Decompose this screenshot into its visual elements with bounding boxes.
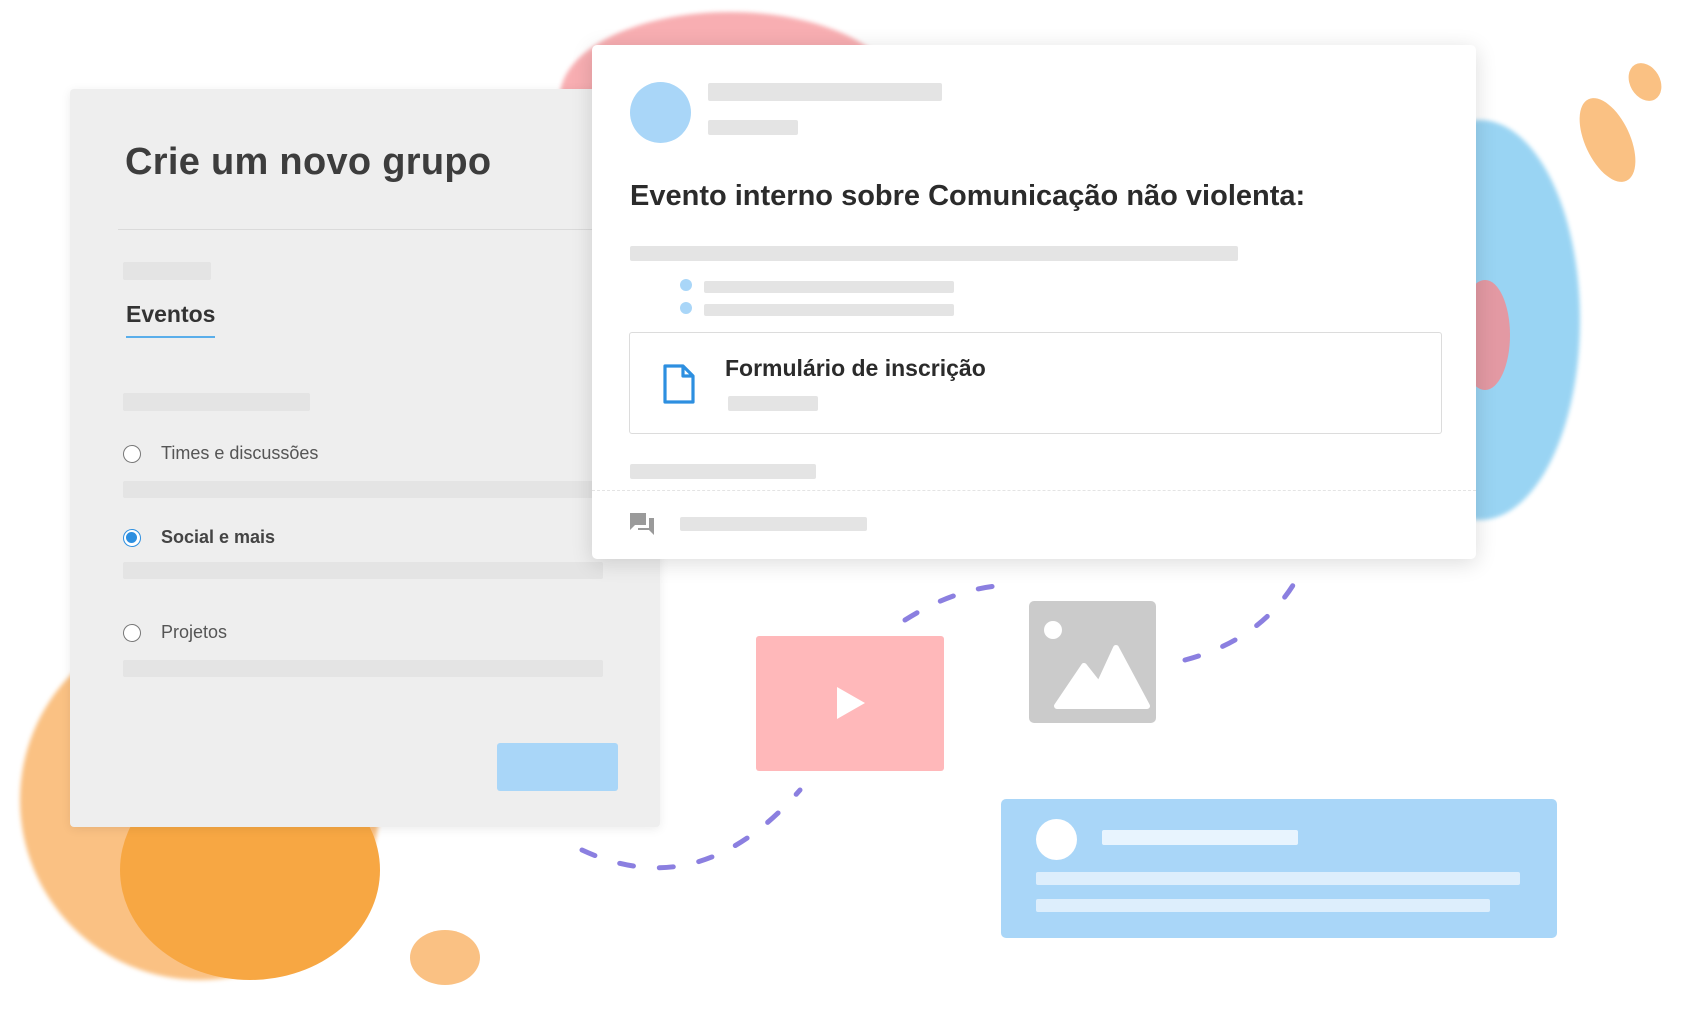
- comment-placeholder: [680, 517, 867, 531]
- placeholder-text: [123, 660, 603, 677]
- image-icon: [1044, 621, 1150, 709]
- placeholder-text: [123, 262, 211, 280]
- placeholder-text: [630, 246, 1238, 261]
- bullet-dot: [680, 279, 692, 291]
- radio-option-projetos[interactable]: Projetos: [123, 622, 227, 643]
- placeholder-text: [704, 304, 954, 316]
- image-thumbnail[interactable]: [1029, 601, 1156, 723]
- author-name-placeholder: [708, 83, 942, 101]
- avatar: [630, 82, 691, 143]
- divider: [592, 490, 1476, 491]
- radio-option-social[interactable]: Social e mais: [123, 527, 275, 548]
- radio-label: Projetos: [161, 622, 228, 642]
- placeholder-text: [630, 464, 816, 479]
- video-thumbnail[interactable]: [756, 636, 944, 771]
- create-group-panel: Crie um novo grupo Eventos Times e discu…: [70, 89, 660, 827]
- placeholder-text: [1036, 872, 1520, 885]
- placeholder-text: [1102, 830, 1298, 845]
- event-title: Evento interno sobre Comunicação não vio…: [630, 180, 1306, 212]
- document-icon: [663, 364, 695, 404]
- radio-button[interactable]: [123, 444, 141, 463]
- placeholder-text: [123, 481, 603, 498]
- placeholder-text: [704, 281, 954, 293]
- post-preview-card[interactable]: [1001, 799, 1557, 938]
- radio-button-selected[interactable]: [123, 528, 141, 547]
- attachment-title: Formulário de inscrição: [725, 355, 986, 381]
- radio-label: Times e discussões: [161, 443, 319, 463]
- create-button[interactable]: [497, 743, 618, 791]
- avatar: [1036, 819, 1077, 860]
- post-meta-placeholder: [708, 120, 798, 135]
- placeholder-text: [123, 393, 310, 411]
- event-post-card: Evento interno sobre Comunicação não vio…: [592, 45, 1476, 559]
- placeholder-text: [1036, 899, 1490, 912]
- tab-events[interactable]: Eventos: [126, 301, 216, 338]
- page-title: Crie um novo grupo: [125, 141, 492, 183]
- radio-button[interactable]: [123, 623, 141, 642]
- comment-icon[interactable]: [628, 511, 656, 537]
- placeholder-text: [123, 562, 603, 579]
- radio-option-times[interactable]: Times e discussões: [123, 443, 318, 464]
- bullet-dot: [680, 302, 692, 314]
- attachment-card[interactable]: Formulário de inscrição: [629, 332, 1442, 434]
- radio-label: Social e mais: [161, 527, 276, 547]
- divider: [118, 229, 660, 230]
- attachment-meta-placeholder: [728, 396, 818, 411]
- play-icon: [837, 687, 865, 719]
